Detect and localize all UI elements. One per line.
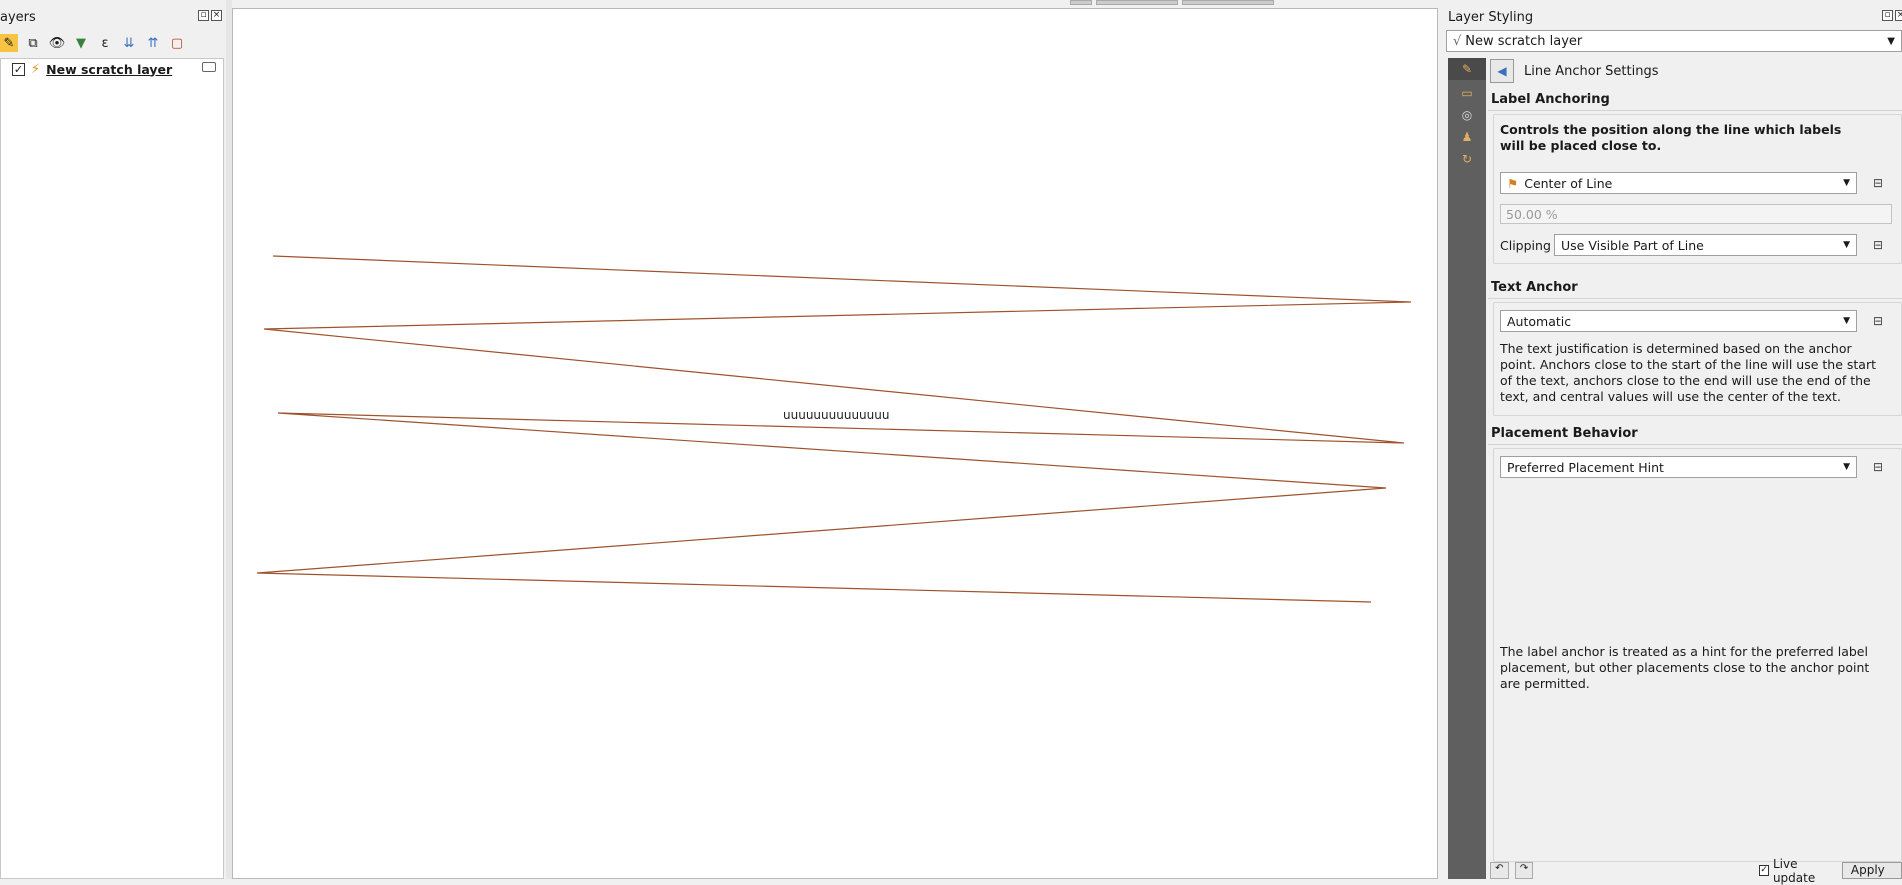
labels-tab-icon[interactable]: ▭ bbox=[1448, 82, 1486, 104]
anchor-percent-value: 50.00 % bbox=[1506, 206, 1558, 222]
bottom-bar: ↶ ↷ ✓ Live update Apply bbox=[1488, 857, 1902, 885]
map-svg: uuuuuuuuuuuuuu bbox=[256, 255, 1412, 603]
page-title: Line Anchor Settings bbox=[1524, 63, 1659, 79]
undo-icon[interactable]: ↶ bbox=[1490, 862, 1509, 879]
scratch-line-feature[interactable] bbox=[256, 255, 1412, 603]
toolbar-stub-3 bbox=[1182, 0, 1274, 5]
layer-selector-value: New scratch layer bbox=[1465, 33, 1583, 49]
placement-behavior-header: Placement Behavior bbox=[1491, 426, 1638, 441]
text-anchor-value: Automatic bbox=[1507, 313, 1572, 329]
label-anchoring-description: Controls the position along the line whi… bbox=[1500, 122, 1842, 153]
close-icon[interactable]: × bbox=[211, 10, 222, 21]
apply-button[interactable]: Apply bbox=[1841, 862, 1902, 879]
map-label: uuuuuuuuuuuuuu bbox=[783, 408, 889, 422]
masks-tab-icon[interactable]: ◎ bbox=[1448, 104, 1486, 126]
remove-layer-icon[interactable]: ▢ bbox=[168, 34, 186, 52]
redo-icon[interactable]: ↷ bbox=[1514, 862, 1534, 879]
anchor-position-combo[interactable]: ⚑ Center of Line ▼ bbox=[1500, 172, 1857, 194]
layers-toolbar: ✎ ⧉ 👁 ▼ ε ⇊ ⇈ ▢ bbox=[0, 32, 186, 54]
anchor-position-value: Center of Line bbox=[1524, 175, 1613, 191]
placement-behavior-description: The label anchor is treated as a hint fo… bbox=[1500, 644, 1870, 691]
layers-dock-buttons: ▫ × bbox=[198, 10, 222, 21]
data-defined-icon[interactable]: ⊟ bbox=[1866, 172, 1890, 194]
clipping-combo[interactable]: Use Visible Part of Line ▼ bbox=[1554, 234, 1857, 256]
back-row: ◀ Line Anchor Settings bbox=[1490, 59, 1659, 83]
chevron-down-icon: ▼ bbox=[1843, 240, 1850, 250]
styling-side-tabs: ✎ ▭ ◎ ♟ ↻ bbox=[1448, 58, 1486, 879]
anchor-percent-spinbox[interactable]: 50.00 % bbox=[1500, 204, 1892, 224]
placement-behavior-combo[interactable]: Preferred Placement Hint ▼ bbox=[1500, 456, 1857, 478]
line-layer-icon: ⚡ bbox=[31, 61, 41, 77]
text-anchor-combo[interactable]: Automatic ▼ bbox=[1500, 310, 1857, 332]
add-group-icon[interactable]: ⧉ bbox=[24, 34, 42, 52]
3d-tab-icon[interactable]: ♟ bbox=[1448, 126, 1486, 148]
data-defined-icon[interactable]: ⊟ bbox=[1866, 456, 1890, 478]
label-anchoring-header: Label Anchoring bbox=[1491, 92, 1610, 107]
layer-name[interactable]: New scratch layer bbox=[46, 62, 172, 77]
float-icon[interactable]: ▫ bbox=[198, 10, 209, 21]
layers-panel-title: ayers bbox=[0, 10, 36, 25]
line-layer-icon: √ bbox=[1453, 33, 1462, 49]
toolbar-stub-2 bbox=[1096, 0, 1178, 5]
chevron-down-icon: ▼ bbox=[1887, 36, 1895, 47]
back-arrow-icon[interactable]: ◀ bbox=[1490, 59, 1514, 83]
expression-filter-icon[interactable]: ε bbox=[96, 34, 114, 52]
clipping-label: Clipping bbox=[1500, 238, 1551, 253]
live-update-label: Live update bbox=[1772, 856, 1816, 885]
layer-visibility-checkbox[interactable]: ✓ bbox=[12, 62, 25, 76]
chevron-down-icon: ▼ bbox=[1843, 178, 1850, 188]
separator bbox=[1488, 298, 1902, 299]
data-defined-icon[interactable]: ⊟ bbox=[1866, 234, 1890, 256]
layers-tree bbox=[0, 58, 224, 879]
live-update-checkbox[interactable]: ✓ bbox=[1759, 865, 1769, 876]
style-manager-icon[interactable]: ✎ bbox=[0, 34, 18, 52]
collapse-all-icon[interactable]: ⇈ bbox=[144, 34, 162, 52]
styling-dock-buttons: ▫ × bbox=[1882, 10, 1902, 21]
float-icon[interactable]: ▫ bbox=[1882, 10, 1893, 21]
symbology-tab-icon[interactable]: ✎ bbox=[1448, 58, 1486, 80]
separator bbox=[1488, 110, 1902, 111]
layer-selector-combo[interactable]: √ New scratch layer ▼ bbox=[1446, 30, 1902, 52]
text-anchor-description: The text justification is determined bas… bbox=[1500, 341, 1876, 404]
separator bbox=[1488, 444, 1902, 445]
clipping-value: Use Visible Part of Line bbox=[1561, 237, 1704, 253]
close-icon[interactable]: × bbox=[1895, 10, 1902, 21]
map-toolbar-stub bbox=[1070, 0, 1274, 5]
toolbar-stub-1 bbox=[1070, 0, 1092, 5]
styling-panel-title: Layer Styling bbox=[1448, 10, 1534, 25]
layer-row[interactable]: ✓ ⚡ New scratch layer bbox=[12, 60, 172, 78]
chevron-down-icon: ▼ bbox=[1843, 316, 1850, 326]
chevron-down-icon: ▼ bbox=[1843, 462, 1850, 472]
expand-all-icon[interactable]: ⇊ bbox=[120, 34, 138, 52]
history-tab-icon[interactable]: ↻ bbox=[1448, 148, 1486, 170]
text-anchor-header: Text Anchor bbox=[1491, 280, 1578, 295]
filter-icon[interactable]: ▼ bbox=[72, 34, 90, 52]
eye-icon[interactable]: 👁 bbox=[48, 34, 66, 52]
data-defined-icon[interactable]: ⊟ bbox=[1866, 310, 1890, 332]
layer-indicator-icon[interactable] bbox=[202, 62, 216, 72]
placement-behavior-value: Preferred Placement Hint bbox=[1507, 459, 1664, 475]
pin-icon: ⚑ bbox=[1507, 175, 1519, 191]
map-canvas[interactable]: uuuuuuuuuuuuuu bbox=[232, 8, 1438, 879]
